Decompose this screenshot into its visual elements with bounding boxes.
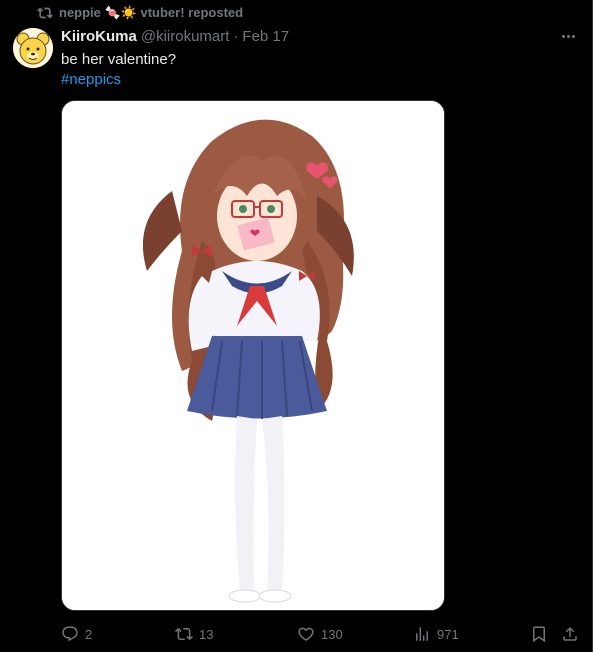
views-count: 971 [437, 626, 459, 642]
tweet-date[interactable]: Feb 17 [242, 28, 289, 45]
tweet-body: be her valentine? #neppics [61, 50, 176, 90]
share-icon [563, 626, 577, 641]
views-icon [416, 627, 428, 641]
author-display-name[interactable]: KiiroKuma [61, 28, 137, 45]
repost-indicator[interactable]: neppie 🍬☀️ vtuber! reposted [37, 4, 243, 22]
repost-icon [37, 5, 53, 21]
heart-icon [298, 627, 314, 641]
tweet-image[interactable] [61, 100, 445, 611]
bookmark-icon [533, 626, 545, 643]
avatar[interactable] [13, 28, 53, 68]
tweet[interactable]: neppie 🍬☀️ vtuber! reposted KiiroKuma @k… [0, 0, 593, 652]
repost-label[interactable]: neppie 🍬☀️ vtuber! reposted [59, 5, 243, 21]
tweet-text: be her valentine? [61, 51, 177, 68]
repost-button[interactable]: 13 [175, 622, 213, 646]
like-button[interactable]: 130 [297, 622, 343, 646]
separator-dot: · [233, 28, 239, 45]
author-handle[interactable]: @kiirokumart [141, 28, 230, 45]
reply-button[interactable]: 2 [61, 622, 92, 646]
action-bar: 2 13 130 971 [61, 622, 578, 646]
reply-icon [62, 626, 78, 642]
views-button[interactable]: 971 [413, 622, 459, 646]
repost-icon [175, 627, 193, 641]
tweet-header: KiiroKuma @kiirokumart · Feb 17 [61, 28, 289, 45]
reply-count: 2 [85, 626, 93, 642]
more-icon[interactable] [556, 28, 580, 44]
hashtag-link[interactable]: #neppics [61, 70, 176, 90]
bookmark-button[interactable] [530, 622, 548, 646]
share-button[interactable] [561, 622, 579, 646]
like-count: 130 [321, 626, 343, 642]
repost-count: 13 [199, 626, 214, 642]
anime-girl-illustration [62, 101, 444, 610]
